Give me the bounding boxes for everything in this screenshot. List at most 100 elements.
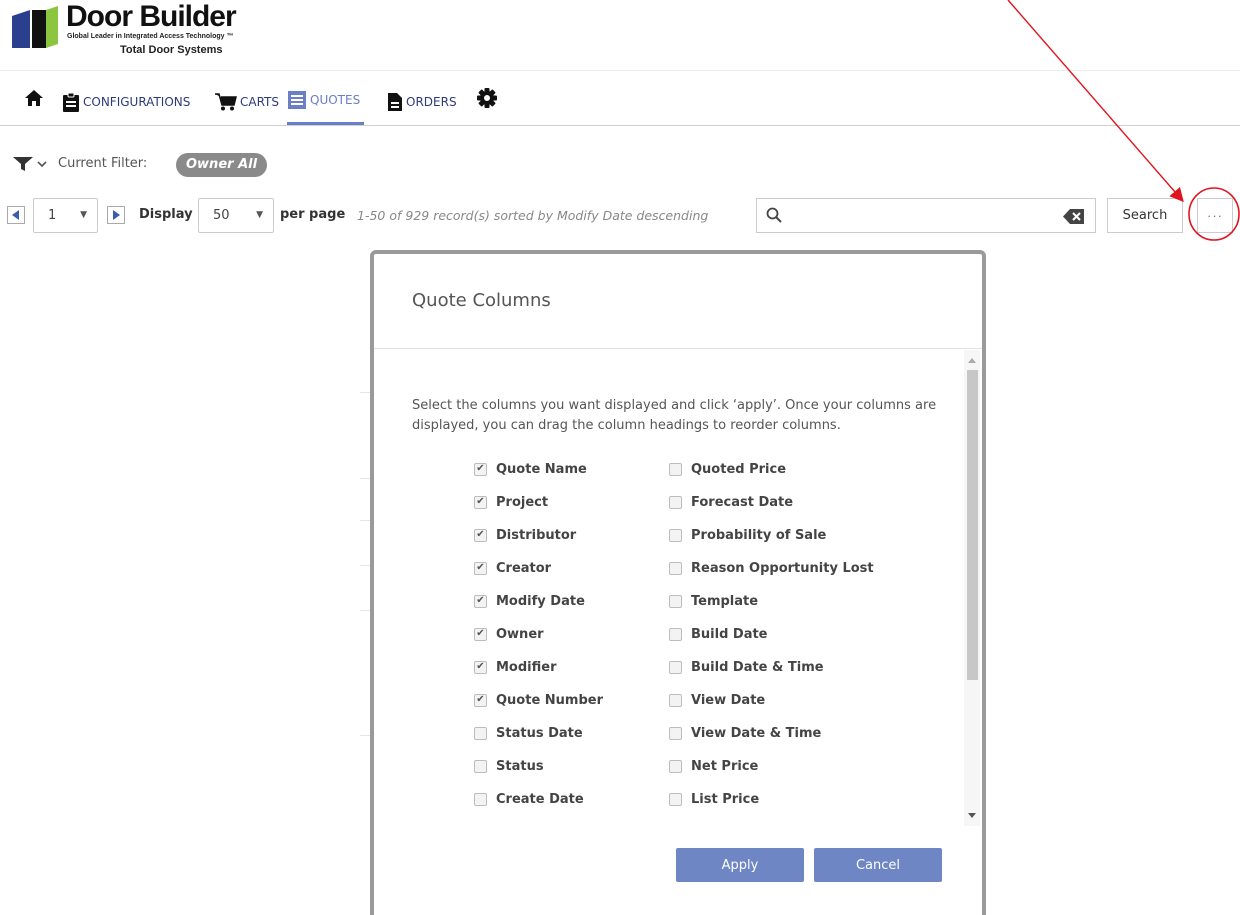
- cancel-button[interactable]: Cancel: [814, 848, 942, 882]
- column-option[interactable]: Reason Opportunity Lost: [669, 558, 874, 578]
- column-option[interactable]: Quote Name: [474, 459, 587, 479]
- column-option[interactable]: Quote Number: [474, 690, 603, 710]
- filter-icon[interactable]: [12, 156, 34, 172]
- checkbox-unchecked[interactable]: [669, 693, 682, 707]
- column-option[interactable]: Net Price: [669, 756, 758, 776]
- checkbox-checked[interactable]: [474, 561, 487, 575]
- column-option[interactable]: List Price: [669, 789, 759, 809]
- nav-carts[interactable]: CARTS: [215, 78, 279, 125]
- column-option[interactable]: Create Date: [474, 789, 584, 809]
- home-icon[interactable]: [24, 88, 44, 108]
- page-number-select[interactable]: 1 ▼: [33, 198, 98, 233]
- nav-quotes[interactable]: QUOTES: [287, 78, 365, 125]
- column-option-label: View Date: [691, 692, 766, 708]
- column-option-label: Build Number: [691, 825, 791, 827]
- column-option-label: Probability of Sale: [691, 527, 827, 543]
- search-button[interactable]: Search: [1107, 198, 1183, 233]
- scrollbar-thumb[interactable]: [967, 370, 978, 680]
- column-option-label: Template: [691, 593, 759, 609]
- column-option[interactable]: Build Date: [669, 624, 768, 644]
- checkbox-unchecked[interactable]: [474, 759, 487, 773]
- brand-subtitle: Total Door Systems: [120, 44, 223, 56]
- per-page-value: 50: [213, 208, 230, 223]
- column-option[interactable]: Modify Date: [474, 591, 585, 611]
- nav-orders[interactable]: ORDERS: [387, 78, 457, 125]
- modal-scrollbar[interactable]: [964, 350, 980, 826]
- search-input[interactable]: [789, 201, 1059, 230]
- column-option[interactable]: Template: [669, 591, 758, 611]
- main-nav: CONFIGURATIONS CARTS QUOTES ORDERS: [0, 78, 1240, 126]
- column-option[interactable]: Status: [474, 756, 544, 776]
- column-option[interactable]: Distributor: [474, 525, 576, 545]
- checkbox-unchecked[interactable]: [474, 726, 487, 740]
- column-option-label: Create Date & Time: [496, 825, 640, 827]
- checkbox-unchecked[interactable]: [474, 825, 487, 826]
- column-option[interactable]: View Date & Time: [669, 723, 821, 743]
- records-info: 1-50 of 929 record(s) sorted by Modify D…: [357, 208, 709, 223]
- column-option[interactable]: Owner: [474, 624, 544, 644]
- column-option-label: Status: [496, 758, 544, 774]
- column-option[interactable]: View Date: [669, 690, 765, 710]
- checkbox-unchecked[interactable]: [669, 759, 682, 773]
- chevron-down-icon[interactable]: [36, 158, 48, 170]
- quote-columns-modal: Quote Columns Select the columns you wan…: [370, 250, 986, 915]
- checkbox-checked[interactable]: [474, 462, 487, 476]
- column-option[interactable]: Creator: [474, 558, 551, 578]
- checkbox-checked[interactable]: [474, 594, 487, 608]
- modal-title: Quote Columns: [412, 290, 551, 311]
- column-option[interactable]: Build Date & Time: [669, 657, 824, 677]
- checkbox-unchecked[interactable]: [474, 792, 487, 806]
- column-option[interactable]: Modifier: [474, 657, 557, 677]
- column-option[interactable]: Project: [474, 492, 548, 512]
- scroll-down-icon[interactable]: [968, 813, 976, 818]
- list-icon: [288, 91, 306, 109]
- brand-tagline: Global Leader in Integrated Access Techn…: [67, 33, 234, 40]
- display-label: Display: [139, 207, 193, 222]
- column-option[interactable]: Probability of Sale: [669, 525, 826, 545]
- apply-button[interactable]: Apply: [676, 848, 804, 882]
- column-option-label: Quoted Price: [691, 461, 787, 477]
- checkbox-checked[interactable]: [474, 495, 487, 509]
- nav-orders-label: ORDERS: [406, 94, 457, 109]
- checkbox-unchecked[interactable]: [669, 594, 682, 608]
- checkbox-unchecked[interactable]: [669, 462, 682, 476]
- column-option[interactable]: Build Number: [669, 822, 791, 826]
- column-option-label: Modify Date: [496, 593, 585, 609]
- column-option-label: Net Price: [691, 758, 759, 774]
- modal-body: Select the columns you want displayed an…: [374, 350, 964, 826]
- clear-search-icon[interactable]: [1063, 209, 1085, 224]
- next-page-button[interactable]: [107, 206, 125, 224]
- checkbox-unchecked[interactable]: [669, 825, 682, 826]
- checkbox-unchecked[interactable]: [669, 660, 682, 674]
- column-option-label: Creator: [496, 560, 552, 576]
- scroll-up-icon[interactable]: [968, 358, 976, 363]
- column-option-label: Quote Number: [496, 692, 604, 708]
- checkbox-checked[interactable]: [474, 660, 487, 674]
- settings-gear-icon[interactable]: [476, 87, 498, 109]
- column-option[interactable]: Create Date & Time: [474, 822, 640, 826]
- column-option-label: Create Date: [496, 791, 584, 807]
- checkbox-unchecked[interactable]: [669, 726, 682, 740]
- per-page-select[interactable]: 50 ▼: [198, 198, 274, 233]
- checkbox-checked[interactable]: [474, 693, 487, 707]
- column-option[interactable]: Status Date: [474, 723, 583, 743]
- column-option[interactable]: Quoted Price: [669, 459, 786, 479]
- more-options-button[interactable]: ···: [1197, 198, 1233, 233]
- checkbox-unchecked[interactable]: [669, 627, 682, 641]
- checkbox-unchecked[interactable]: [669, 561, 682, 575]
- brand-logo[interactable]: Door Builder Global Leader in Integrated…: [8, 0, 238, 64]
- checkbox-unchecked[interactable]: [669, 792, 682, 806]
- column-option-label: Owner: [496, 626, 544, 642]
- checkbox-checked[interactable]: [474, 528, 487, 542]
- column-option-label: Build Date & Time: [691, 659, 824, 675]
- checkbox-checked[interactable]: [474, 627, 487, 641]
- arrow-left-icon: [12, 210, 19, 220]
- prev-page-button[interactable]: [7, 206, 25, 224]
- column-option[interactable]: Forecast Date: [669, 492, 793, 512]
- checkbox-unchecked[interactable]: [669, 528, 682, 542]
- per-page-label: per page: [280, 207, 346, 222]
- nav-configurations[interactable]: CONFIGURATIONS: [62, 78, 190, 125]
- checkbox-unchecked[interactable]: [669, 495, 682, 509]
- document-icon: [388, 92, 402, 111]
- filter-value-pill[interactable]: Owner All: [176, 153, 268, 177]
